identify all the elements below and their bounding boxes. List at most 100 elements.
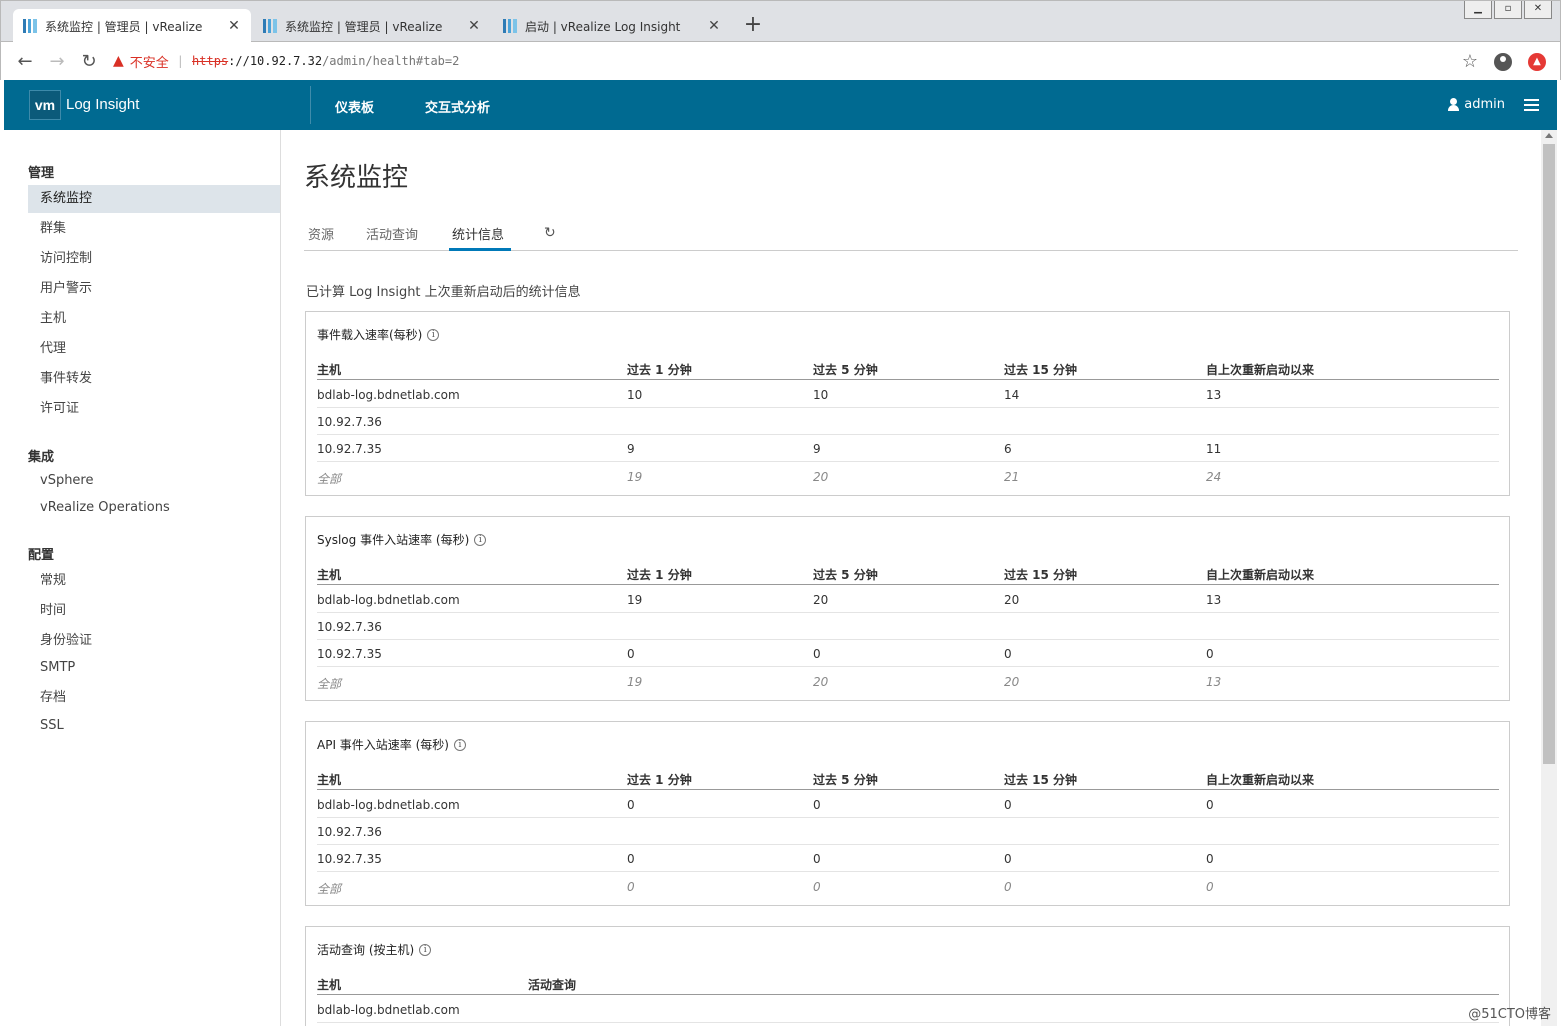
table-row: 10.92.7.35 0 0 0 0 — [317, 845, 1499, 872]
sidebar-heading-configuration: 配置 — [28, 548, 55, 563]
sidebar-item-agents[interactable]: 代理 — [28, 335, 280, 363]
url-field[interactable]: ▲ 不安全 | https ://10.92.7.32 /admin/healt… — [113, 49, 1450, 73]
card-title-text: 事件载入速率(每秒) — [317, 328, 423, 342]
total-label: 全部 — [317, 472, 342, 486]
sidebar-item-smtp[interactable]: SMTP — [28, 654, 280, 682]
total-row: 全部 0 0 0 0 — [317, 873, 1499, 900]
hamburger-menu-icon[interactable] — [1524, 99, 1539, 111]
info-icon[interactable]: i — [419, 943, 432, 956]
nav-interactive-analytics[interactable]: 交互式分析 — [425, 97, 490, 116]
sidebar-item-ssl[interactable]: SSL — [28, 712, 280, 740]
value-cell: 0 — [627, 647, 635, 661]
minimize-button[interactable]: ▁ — [1464, 1, 1492, 19]
sidebar-item-event-forwarding[interactable]: 事件转发 — [28, 365, 280, 393]
sidebar-item-access-control[interactable]: 访问控制 — [28, 245, 280, 273]
value-cell: 14 — [1004, 388, 1020, 402]
table-row: 10.92.7.35 0 0 0 0 — [317, 640, 1499, 667]
browser-tab-title: 启动 | vRealize Log Insight — [525, 19, 681, 34]
total-cell: 0 — [627, 880, 635, 894]
table-header: 主机 活动查询 — [317, 973, 1499, 995]
table-row: 10.92.7.36 — [317, 818, 1499, 845]
table-row: bdlab-log.bdnetlab.com 10 10 14 13 — [317, 381, 1499, 408]
new-tab-button[interactable]: + — [741, 13, 765, 37]
column-header-5min: 过去 5 分钟 — [813, 363, 878, 377]
user-menu[interactable]: admin — [1447, 97, 1505, 112]
total-cell: 19 — [627, 470, 643, 484]
sidebar-item-vsphere[interactable]: vSphere — [28, 467, 280, 495]
sidebar-item-vrealize-operations[interactable]: vRealize Operations — [28, 494, 280, 522]
value-cell: 0 — [1206, 647, 1214, 661]
sidebar-item-system-monitor[interactable]: 系统监控 — [28, 185, 280, 213]
info-icon[interactable]: i — [474, 533, 487, 546]
watermark: @51CTO博客 — [1468, 1007, 1551, 1022]
nav-dashboard[interactable]: 仪表板 — [335, 97, 374, 116]
table-row: bdlab-log.bdnetlab.com 19 20 20 13 — [317, 586, 1499, 613]
sidebar-item-hosts[interactable]: 主机 — [28, 305, 280, 333]
host-cell: 10.92.7.35 — [317, 442, 382, 456]
total-cell: 0 — [813, 880, 821, 894]
info-icon[interactable]: i — [427, 328, 440, 341]
tab-statistics[interactable]: 统计信息 — [452, 224, 504, 243]
account-icon[interactable] — [1494, 52, 1512, 71]
sidebar-item-authentication[interactable]: 身份验证 — [28, 627, 280, 655]
column-header-15min: 过去 15 分钟 — [1004, 568, 1078, 582]
close-tab-icon[interactable]: ✕ — [707, 18, 721, 34]
forward-arrow-icon[interactable]: → — [41, 51, 73, 72]
browser-tab-3[interactable]: 启动 | vRealize Log Insight ✕ — [493, 9, 731, 43]
url-host: ://10.92.7.32 — [228, 54, 323, 68]
sidebar-item-license[interactable]: 许可证 — [28, 395, 280, 423]
browser-tab-title: 系统监控 | 管理员 | vRealize — [285, 19, 443, 34]
bookmark-star-icon[interactable]: ☆ — [1462, 51, 1478, 72]
sidebar-item-general[interactable]: 常规 — [28, 567, 280, 595]
url-scheme: https — [192, 54, 229, 68]
host-cell: bdlab-log.bdnetlab.com — [317, 388, 460, 402]
table-row: 10.92.7.35 9 9 6 11 — [317, 435, 1499, 462]
browser-tab-1[interactable]: 系统监控 | 管理员 | vRealize ✕ — [13, 9, 251, 43]
total-cell: 21 — [1004, 470, 1020, 484]
card-title: 活动查询 (按主机) i — [317, 941, 432, 958]
url-path: /admin/health#tab=2 — [322, 54, 460, 68]
total-cell: 20 — [1004, 675, 1020, 689]
page-title: 系统监控 — [304, 163, 409, 193]
browser-tab-title: 系统监控 | 管理员 | vRealize — [45, 19, 203, 34]
close-tab-icon[interactable]: ✕ — [227, 18, 241, 34]
sidebar-item-time[interactable]: 时间 — [28, 597, 280, 625]
sidebar-item-cluster[interactable]: 群集 — [28, 215, 280, 243]
close-window-button[interactable]: ✕ — [1524, 1, 1552, 19]
total-cell: 13 — [1206, 675, 1222, 689]
back-arrow-icon[interactable]: ← — [9, 51, 41, 72]
user-name: admin — [1464, 97, 1505, 112]
info-icon[interactable]: i — [453, 738, 466, 751]
app-name: Log Insight — [66, 96, 140, 113]
column-header-host: 主机 — [317, 568, 342, 582]
host-cell: bdlab-log.bdnetlab.com — [317, 798, 460, 812]
vmware-logo: vm — [29, 90, 61, 120]
extension-icon[interactable]: ▲ — [1528, 52, 1546, 71]
close-tab-icon[interactable]: ✕ — [467, 18, 481, 34]
refresh-icon[interactable]: ↻ — [544, 225, 556, 241]
maximize-button[interactable]: ▫ — [1494, 1, 1522, 19]
ingestion-rate-card: 事件载入速率(每秒) i 主机 过去 1 分钟 过去 5 分钟 过去 15 分钟… — [305, 311, 1510, 496]
value-cell: 10 — [627, 388, 643, 402]
reload-icon[interactable]: ↻ — [73, 51, 105, 72]
tab-resources[interactable]: 资源 — [308, 224, 334, 243]
scrollbar[interactable] — [1541, 130, 1557, 1026]
vrealize-favicon-icon — [23, 19, 37, 33]
value-cell: 6 — [1004, 442, 1012, 456]
sidebar-item-user-alerts[interactable]: 用户警示 — [28, 275, 280, 303]
total-row: 全部 19 20 21 24 — [317, 463, 1499, 490]
warning-icon: ▲ — [113, 53, 124, 69]
value-cell: 9 — [627, 442, 635, 456]
host-cell: 10.92.7.36 — [317, 415, 382, 429]
value-cell: 11 — [1206, 442, 1222, 456]
browser-tab-2[interactable]: 系统监控 | 管理员 | vRealize ✕ — [253, 9, 491, 43]
card-title: API 事件入站速率 (每秒) i — [317, 736, 466, 753]
scroll-thumb[interactable] — [1543, 144, 1555, 764]
total-cell: 0 — [1004, 880, 1012, 894]
sidebar: 管理 系统监控 群集 访问控制 用户警示 主机 代理 事件转发 许可证 集成 v… — [4, 130, 281, 1026]
column-header-host: 主机 — [317, 363, 342, 377]
table-header: 主机 过去 1 分钟 过去 5 分钟 过去 15 分钟 自上次重新启动以来 — [317, 358, 1499, 380]
tab-active-queries[interactable]: 活动查询 — [366, 224, 418, 243]
sidebar-item-archiving[interactable]: 存档 — [28, 684, 280, 712]
scroll-up-icon[interactable] — [1545, 133, 1553, 138]
